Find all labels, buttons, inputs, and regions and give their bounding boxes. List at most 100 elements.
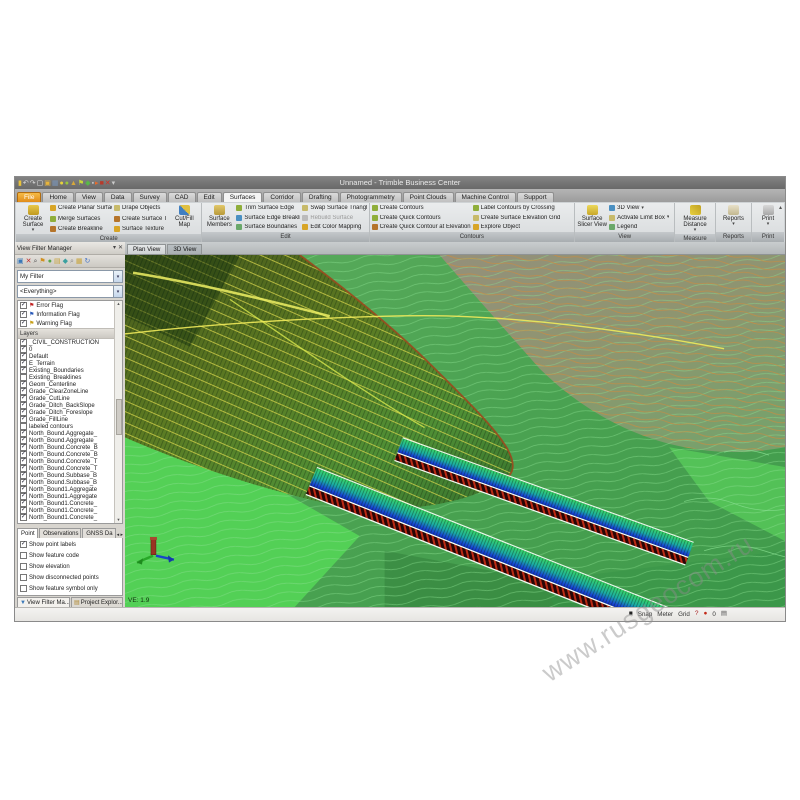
layer-checkbox[interactable]	[20, 472, 27, 479]
layer-checkbox[interactable]	[20, 500, 27, 507]
ribbon-tab[interactable]: Corridor	[263, 192, 300, 203]
qat-icon[interactable]: ⚑	[78, 180, 84, 187]
layer-row[interactable]: Default	[18, 353, 114, 360]
option-row[interactable]: Show feature code	[20, 552, 120, 559]
create-planar-surface-button[interactable]: Create Planar Surface	[50, 205, 112, 211]
layer-checkbox[interactable]	[20, 416, 27, 423]
flag-row[interactable]: ⚑ Warning Flag	[18, 319, 114, 328]
create-breakline-button[interactable]: Create Breakline	[50, 226, 112, 232]
chevron-down-icon[interactable]: ▾	[113, 286, 122, 297]
qat-icon[interactable]: ▪	[92, 180, 94, 187]
drape-objects-button[interactable]: Drape Objects	[114, 205, 167, 211]
layer-row[interactable]: North_Bound.Aggregate_	[18, 437, 114, 444]
surface-boundaries-button[interactable]: Surface Boundaries	[236, 224, 300, 230]
option-checkbox[interactable]	[20, 563, 27, 570]
layer-checkbox[interactable]	[20, 493, 27, 500]
qat-icon[interactable]: ■	[100, 180, 104, 187]
layer-checkbox[interactable]	[20, 479, 27, 486]
merge-surfaces-button[interactable]: Merge Surfaces	[50, 216, 112, 222]
panel-toolbar-icon[interactable]: ✕	[26, 258, 32, 265]
ribbon-tab[interactable]: CAD	[168, 192, 196, 203]
layer-row[interactable]: Existing_Breaklines	[18, 374, 114, 381]
panel-toolbar-icon[interactable]: ▤	[54, 258, 61, 265]
flag-row[interactable]: ⚑ Information Flag	[18, 310, 114, 319]
panel-toolbar-icon[interactable]: ↻	[85, 258, 91, 265]
layer-row[interactable]: Grade_CutLine	[18, 395, 114, 402]
layer-checkbox[interactable]	[20, 409, 27, 416]
status-mode-label[interactable]: Grid	[678, 611, 690, 618]
layer-row[interactable]: North_Bound1.Concrete_	[18, 514, 114, 521]
qat-icon[interactable]: ◆	[85, 180, 90, 187]
layer-checkbox[interactable]	[20, 444, 27, 451]
ribbon-tab[interactable]: Edit	[197, 192, 222, 203]
layer-row[interactable]: North_Bound1.Concrete_	[18, 500, 114, 507]
create-surface-button[interactable]: Create Surface ▾	[18, 204, 48, 233]
layer-checkbox[interactable]	[20, 388, 27, 395]
layer-checkbox[interactable]	[20, 374, 27, 381]
scope-dropdown[interactable]: <Everything> ▾	[17, 285, 123, 298]
status-mode-label[interactable]: Meter	[657, 611, 673, 618]
filter-dropdown[interactable]: My Filter ▾	[17, 270, 123, 283]
panel-toolbar-icon[interactable]: ⌕	[70, 258, 74, 265]
scroll-down-icon[interactable]: ▼	[115, 518, 122, 522]
option-checkbox[interactable]	[20, 574, 27, 581]
printer-icon[interactable]: ▤	[721, 611, 727, 618]
record-icon[interactable]: ●	[703, 611, 707, 618]
status-mode-label[interactable]: Snap	[638, 611, 652, 618]
layer-checkbox[interactable]	[20, 451, 27, 458]
help-icon[interactable]: ?	[695, 611, 699, 618]
flag-checkbox[interactable]	[20, 311, 27, 318]
trim-surface-edge-button[interactable]: Trim Surface Edge	[236, 205, 300, 211]
qat-icon[interactable]: ▢	[37, 180, 44, 187]
layer-row[interactable]: North_Bound.Subbase_B	[18, 479, 114, 486]
layer-row[interactable]: North_Bound.Aggregate_	[18, 430, 114, 437]
layer-checkbox[interactable]	[20, 458, 27, 465]
layer-checkbox[interactable]	[20, 360, 27, 367]
option-row[interactable]: Show disconnected points	[20, 574, 120, 581]
surface-edge-breakline-button[interactable]: Surface Edge Breakline	[236, 215, 300, 221]
create-quick-contour-at-elevation-button[interactable]: Create Quick Contour at Elevation	[372, 224, 471, 230]
collapse-ribbon-icon[interactable]: ▴	[779, 204, 782, 211]
qat-icon[interactable]: ↶	[23, 180, 29, 187]
layer-checkbox[interactable]	[20, 339, 27, 346]
layer-row[interactable]: Grade_Ditch_Foreslope	[18, 409, 114, 416]
qat-icon[interactable]: ▣	[44, 180, 51, 187]
layer-row[interactable]: North_Bound.Concrete_T	[18, 465, 114, 472]
legend-button[interactable]: Legend	[609, 224, 669, 230]
layer-row[interactable]: E_Terrain	[18, 360, 114, 367]
layer-checkbox[interactable]	[20, 423, 27, 430]
layer-row[interactable]: Geom_Centerline	[18, 381, 114, 388]
qat-icon[interactable]: ●	[59, 180, 63, 187]
option-row[interactable]: Show elevation	[20, 563, 120, 570]
ribbon-tab[interactable]: View	[75, 192, 103, 203]
flag-checkbox[interactable]	[20, 302, 27, 309]
scrollbar-thumb[interactable]	[116, 399, 122, 435]
ribbon-tab[interactable]: Machine Control	[455, 192, 516, 203]
layer-row[interactable]: North_Bound.Concrete_B	[18, 451, 114, 458]
create-surface-elevation-grid-button[interactable]: Create Surface Elevation Grid	[473, 215, 561, 221]
layer-checkbox[interactable]	[20, 395, 27, 402]
create-contours-button[interactable]: Create Contours	[372, 205, 471, 211]
snap-indicator-icon[interactable]: ■	[629, 611, 633, 618]
qat-icon[interactable]: ▸	[95, 180, 99, 187]
option-checkbox[interactable]	[20, 585, 27, 592]
close-icon[interactable]: ✕	[118, 245, 123, 251]
qat-icon[interactable]: ▾	[112, 180, 116, 187]
layer-row[interactable]: North_Bound.Concrete_B	[18, 444, 114, 451]
chevron-down-icon[interactable]: ▾	[113, 271, 122, 282]
layer-row[interactable]: North_Bound1.Aggregate	[18, 486, 114, 493]
layer-row[interactable]: North_Bound.Subbase_B	[18, 472, 114, 479]
layer-row[interactable]: North_Bound.Concrete_T	[18, 458, 114, 465]
flag-row[interactable]: ⚑ Error Flag	[18, 301, 114, 310]
ribbon-tab[interactable]: Data	[104, 192, 132, 203]
ribbon-tab[interactable]: Point Clouds	[403, 192, 454, 203]
scrollbar[interactable]: ▲ ▼	[114, 301, 122, 523]
qat-icon[interactable]: ▮	[18, 180, 22, 187]
layer-checkbox[interactable]	[20, 353, 27, 360]
surface-slicer-view-button[interactable]: Surface Slicer View	[577, 204, 607, 231]
panel-toolbar-icon[interactable]: ◆	[63, 258, 68, 265]
panel-tab[interactable]: Point	[17, 528, 38, 538]
ribbon-tab[interactable]: Support	[517, 192, 554, 203]
view-tab[interactable]: 3D View	[167, 244, 202, 254]
label-contours-by-crossing-button[interactable]: Label Contours by Crossing	[473, 205, 561, 211]
